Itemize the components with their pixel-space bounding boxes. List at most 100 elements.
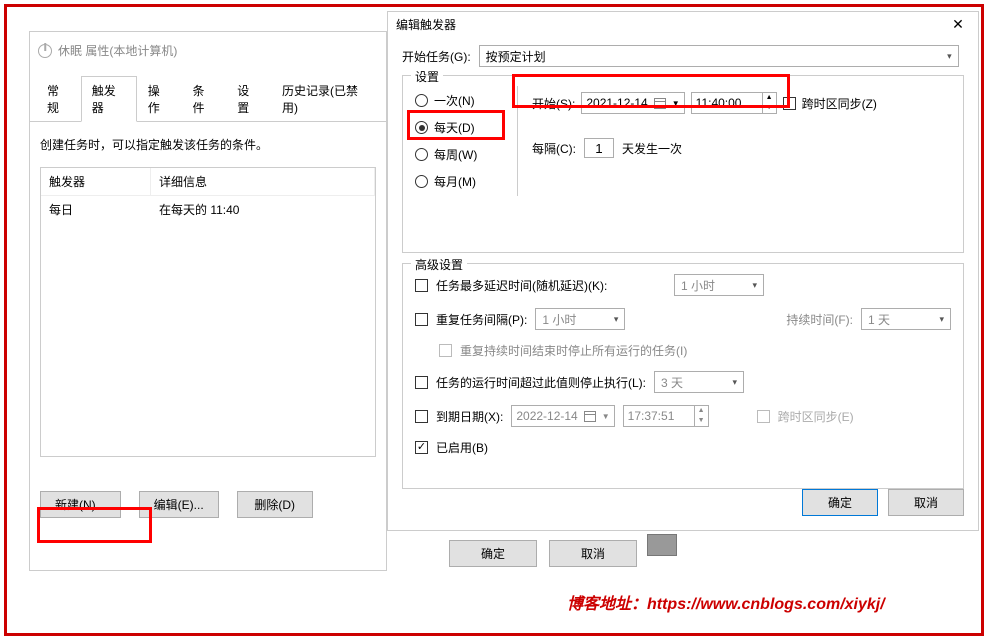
- interval-row: 每隔(C): 天发生一次: [532, 138, 951, 158]
- delay-combo[interactable]: 1 小时▾: [674, 274, 764, 296]
- chevron-down-icon: ▾: [947, 51, 952, 62]
- repeat-checkbox[interactable]: [415, 313, 428, 326]
- chevron-down-icon: ▾: [939, 314, 944, 325]
- new-button[interactable]: 新建(N)...: [40, 491, 121, 518]
- sync-tz-label: 跨时区同步(Z): [802, 95, 877, 112]
- advanced-fieldset: 高级设置 任务最多延迟时间(随机延迟)(K): 1 小时▾ 重复任务间隔(P):…: [402, 263, 964, 489]
- delay-row: 任务最多延迟时间(随机延迟)(K): 1 小时▾: [415, 274, 951, 296]
- chevron-down-icon: ▼: [602, 412, 610, 421]
- expire-sync-checkbox: [757, 410, 770, 423]
- schedule-detail: 开始(S): 2021-12-14 ▼ ▲▼ 跨时区同步(Z): [517, 86, 951, 196]
- spinner-buttons[interactable]: ▲▼: [762, 93, 776, 113]
- start-task-combo[interactable]: 按预定计划 ▾: [479, 45, 959, 67]
- spin-down-icon[interactable]: ▼: [695, 416, 708, 426]
- bottom-button-row: 确定 取消: [449, 540, 637, 567]
- chevron-down-icon: ▼: [672, 99, 680, 108]
- combo-value: 按预定计划: [486, 48, 546, 65]
- spin-up-icon[interactable]: ▲: [695, 406, 708, 416]
- tab-description: 创建任务时，可以指定触发该任务的条件。: [40, 136, 376, 153]
- title-text: 休眠 属性(本地计算机): [58, 42, 177, 59]
- tab-history[interactable]: 历史记录(已禁用): [271, 76, 380, 122]
- button-row: 新建(N)... 编辑(E)... 删除(D): [40, 491, 313, 518]
- dialog-title: 编辑触发器: [396, 16, 456, 33]
- tab-triggers[interactable]: 触发器: [81, 76, 137, 122]
- enabled-checkbox[interactable]: [415, 441, 428, 454]
- settings-fieldset: 设置 一次(N) 每天(D) 每周(W) 每月(M) 开始(S): 2021-1…: [402, 75, 964, 253]
- tab-content: 创建任务时，可以指定触发该任务的条件。 触发器 详细信息 每日 在每天的 11:…: [30, 122, 386, 471]
- stop-row: 任务的运行时间超过此值则停止执行(L): 3 天▾: [415, 371, 951, 393]
- duration-combo[interactable]: 1 天▾: [861, 308, 951, 330]
- expire-sync-label: 跨时区同步(E): [778, 408, 854, 425]
- chevron-down-icon: ▾: [614, 314, 619, 325]
- start-task-row: 开始任务(G): 按预定计划 ▾: [402, 45, 964, 67]
- background-button: [647, 534, 677, 556]
- header-trigger[interactable]: 触发器: [41, 168, 151, 195]
- close-icon[interactable]: ✕: [938, 14, 978, 35]
- sync-tz-checkbox[interactable]: [783, 97, 796, 110]
- edit-trigger-dialog: 编辑触发器 ✕ 开始任务(G): 按预定计划 ▾ 设置 一次(N) 每天(D) …: [387, 11, 979, 531]
- start-date-input[interactable]: 2021-12-14 ▼: [581, 92, 684, 114]
- list-header: 触发器 详细信息: [41, 168, 375, 196]
- header-detail[interactable]: 详细信息: [151, 168, 375, 195]
- properties-dialog: 休眠 属性(本地计算机) 常规 触发器 操作 条件 设置 历史记录(已禁用) 创…: [29, 31, 387, 571]
- chevron-down-icon: ▾: [732, 377, 737, 388]
- cell-trigger: 每日: [41, 196, 151, 223]
- ok-button[interactable]: 确定: [802, 489, 878, 516]
- chevron-down-icon: ▾: [752, 280, 757, 291]
- dialog-title: 休眠 属性(本地计算机): [30, 32, 386, 69]
- stop-checkbox[interactable]: [415, 376, 428, 389]
- repeat-row: 重复任务间隔(P): 1 小时▾ 持续时间(F): 1 天▾: [415, 308, 951, 330]
- expire-date-input[interactable]: 2022-12-14 ▼: [511, 405, 614, 427]
- edit-button[interactable]: 编辑(E)...: [139, 491, 219, 518]
- blog-watermark: 博客地址：https://www.cnblogs.com/xiykj/: [567, 590, 885, 614]
- tab-settings[interactable]: 设置: [226, 76, 271, 122]
- spin-down-icon[interactable]: ▼: [763, 103, 776, 113]
- cancel-button[interactable]: 取消: [549, 540, 637, 567]
- start-label: 开始(S):: [532, 95, 575, 112]
- trigger-list[interactable]: 触发器 详细信息 每日 在每天的 11:40: [40, 167, 376, 457]
- enabled-row: 已启用(B): [415, 439, 951, 456]
- radio-icon: [415, 148, 428, 161]
- ok-button[interactable]: 确定: [449, 540, 537, 567]
- radio-monthly[interactable]: 每月(M): [415, 173, 497, 190]
- tab-conditions[interactable]: 条件: [182, 76, 227, 122]
- duration-label: 持续时间(F):: [786, 311, 853, 328]
- power-icon: [38, 44, 52, 58]
- calendar-icon: [654, 98, 666, 109]
- expire-checkbox[interactable]: [415, 410, 428, 423]
- cancel-button[interactable]: 取消: [888, 489, 964, 516]
- tab-actions[interactable]: 操作: [137, 76, 182, 122]
- tab-strip: 常规 触发器 操作 条件 设置 历史记录(已禁用): [30, 75, 386, 122]
- delete-button[interactable]: 删除(D): [237, 491, 313, 518]
- spin-up-icon[interactable]: ▲: [763, 93, 776, 103]
- delay-checkbox[interactable]: [415, 279, 428, 292]
- repeat-stop-row: 重复持续时间结束时停止所有运行的任务(I): [415, 342, 951, 359]
- stop-combo[interactable]: 3 天▾: [654, 371, 744, 393]
- titlebar: 编辑触发器 ✕: [388, 12, 978, 37]
- spinner-buttons[interactable]: ▲▼: [694, 406, 708, 426]
- time-field[interactable]: [624, 409, 694, 423]
- radio-daily[interactable]: 每天(D): [415, 119, 497, 136]
- fieldset-label: 设置: [411, 68, 443, 85]
- interval-suffix: 天发生一次: [622, 140, 682, 157]
- repeat-combo[interactable]: 1 小时▾: [535, 308, 625, 330]
- start-task-label: 开始任务(G):: [402, 48, 471, 65]
- radio-once[interactable]: 一次(N): [415, 92, 497, 109]
- interval-input[interactable]: [584, 138, 614, 158]
- radio-weekly[interactable]: 每周(W): [415, 146, 497, 163]
- dialog-buttons: 确定 取消: [802, 489, 964, 516]
- radio-icon: [415, 121, 428, 134]
- list-item[interactable]: 每日 在每天的 11:40: [41, 196, 375, 223]
- cell-detail: 在每天的 11:40: [151, 196, 375, 223]
- time-field[interactable]: [692, 96, 762, 110]
- expire-time-input[interactable]: ▲▼: [623, 405, 709, 427]
- tab-general[interactable]: 常规: [36, 76, 81, 122]
- frequency-radios: 一次(N) 每天(D) 每周(W) 每月(M): [415, 86, 497, 196]
- radio-icon: [415, 175, 428, 188]
- fieldset-label: 高级设置: [411, 256, 467, 273]
- start-time-row: 开始(S): 2021-12-14 ▼ ▲▼ 跨时区同步(Z): [532, 92, 951, 114]
- calendar-icon: [584, 411, 596, 422]
- repeat-stop-checkbox: [439, 344, 452, 357]
- expire-row: 到期日期(X): 2022-12-14 ▼ ▲▼ 跨时区同步(E): [415, 405, 951, 427]
- start-time-input[interactable]: ▲▼: [691, 92, 777, 114]
